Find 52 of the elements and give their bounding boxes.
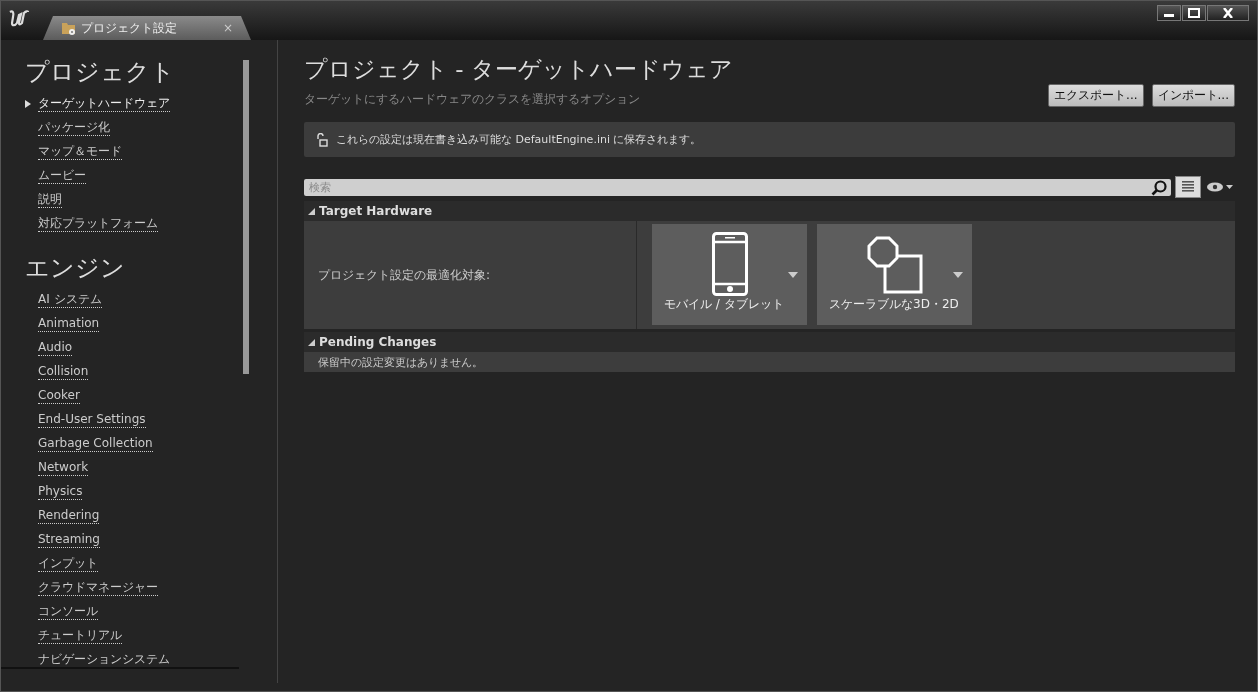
list-icon	[1181, 180, 1195, 194]
sidebar-link[interactable]: Network	[38, 460, 89, 476]
sidebar-link[interactable]: Audio	[38, 340, 73, 356]
hardware-dropdown[interactable]: スケーラブルな3D・2D	[817, 224, 972, 325]
list-view-button[interactable]	[1175, 176, 1201, 198]
hardware-dropdown[interactable]: モバイル / タブレット	[652, 224, 807, 325]
sidebar-link[interactable]: Streaming	[38, 532, 100, 548]
sidebar-link[interactable]: クラウドマネージャー	[38, 580, 158, 596]
sidebar-link[interactable]: チュートリアル	[38, 628, 122, 644]
page-title: プロジェクト - ターゲットハードウェア	[304, 55, 733, 84]
unlocked-lock-icon	[316, 132, 328, 147]
sidebar-link[interactable]: Garbage Collection	[38, 436, 153, 452]
maximize-icon	[1187, 8, 1201, 18]
search-icon	[1151, 179, 1167, 196]
action-button[interactable]: インポート...	[1151, 84, 1235, 107]
sidebar-link[interactable]: AI システム	[38, 292, 102, 308]
caret-icon	[788, 272, 798, 278]
sidebar-link[interactable]: Animation	[38, 316, 100, 332]
maximize-button[interactable]	[1182, 5, 1206, 21]
close-button[interactable]	[1207, 5, 1249, 21]
status-message: 保留中の設定変更はありません。	[304, 352, 1235, 372]
action-button[interactable]: エクスポート...	[1048, 84, 1144, 107]
eye-dropdown-icon[interactable]	[1205, 181, 1235, 193]
sidebar-link[interactable]: ナビゲーションシステム	[38, 652, 170, 667]
sidebar-link[interactable]: ムービー	[38, 168, 86, 184]
notice-text: これらの設定は現在書き込み可能な DefaultEngine.ini に保存されます。	[336, 132, 702, 147]
property-label: プロジェクト設定の最適化対象:	[304, 221, 637, 329]
sidebar-link[interactable]: 説明	[38, 192, 62, 208]
sidebar-link[interactable]: 対応プラットフォーム	[38, 216, 158, 232]
logo-icon	[7, 9, 31, 29]
caret-icon	[953, 272, 963, 278]
sidebar-link[interactable]: Collision	[38, 364, 89, 380]
sidebar-link[interactable]: Cooker	[38, 388, 80, 404]
phone-icon	[711, 232, 748, 296]
scrollbar-thumb[interactable]	[243, 60, 249, 374]
sidebar-link[interactable]: End-User Settings	[38, 412, 146, 428]
sidebar-link[interactable]: コンソール	[38, 604, 98, 620]
minimize-button[interactable]	[1157, 5, 1181, 21]
settings-tab[interactable]: プロジェクト設定 ×	[43, 16, 251, 40]
sidebar-link[interactable]: インプット	[38, 556, 98, 572]
page-subtitle: ターゲットにするハードウェアのクラスを選択するオプション	[304, 91, 641, 108]
sidebar-link[interactable]: Rendering	[38, 508, 100, 524]
section-heading: プロジェクト	[25, 57, 176, 88]
sidebar-link[interactable]: ターゲットハードウェア	[38, 96, 170, 112]
sidebar-link[interactable]: マップ＆モード	[38, 144, 122, 160]
sidebar-link[interactable]: Physics	[38, 484, 83, 500]
folder-gear-icon	[61, 20, 77, 36]
sidebar-link[interactable]: パッケージ化	[38, 120, 110, 136]
tab-title: プロジェクト設定	[81, 19, 178, 37]
section-heading: エンジン	[25, 253, 126, 284]
close-icon	[1221, 8, 1235, 18]
search-field[interactable]: 検索	[304, 178, 1171, 196]
